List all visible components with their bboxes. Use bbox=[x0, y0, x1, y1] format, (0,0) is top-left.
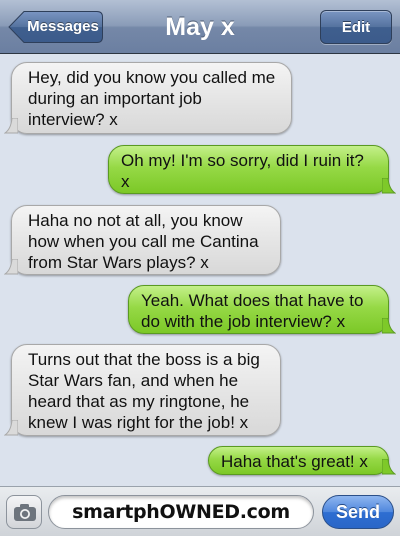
navigation-bar: Messages May x Edit bbox=[0, 0, 400, 54]
message-bubble-outgoing: Oh my! I'm so sorry, did I ruin it? x bbox=[108, 145, 396, 194]
bubble-tail bbox=[4, 118, 18, 134]
message-text: Turns out that the boss is a big Star Wa… bbox=[28, 350, 260, 432]
message-bubble-incoming: Haha no not at all, you know how when yo… bbox=[4, 205, 281, 275]
message-text: Haha that's great! x bbox=[221, 452, 368, 471]
bubble-tail bbox=[4, 259, 18, 275]
message-composer: smartphOWNED.com Send bbox=[0, 486, 400, 536]
bubble-tail bbox=[382, 459, 396, 475]
camera-button[interactable] bbox=[6, 495, 42, 529]
message-text: Oh my! I'm so sorry, did I ruin it? x bbox=[121, 151, 364, 191]
message-text: Haha no not at all, you know how when yo… bbox=[28, 211, 259, 272]
message-bubble-outgoing: Yeah. What does that have to do with the… bbox=[128, 285, 396, 334]
edit-button[interactable]: Edit bbox=[320, 10, 392, 44]
message-text: Yeah. What does that have to do with the… bbox=[141, 291, 364, 331]
message-bubble-incoming: Hey, did you know you called me during a… bbox=[4, 62, 292, 134]
bubble-tail bbox=[382, 178, 396, 194]
camera-icon bbox=[14, 504, 36, 521]
message-text: Hey, did you know you called me during a… bbox=[28, 68, 276, 129]
bubble-tail bbox=[4, 420, 18, 436]
bubble-tail bbox=[382, 318, 396, 334]
message-input[interactable]: smartphOWNED.com bbox=[48, 495, 314, 529]
message-bubble-outgoing: Haha that's great! x bbox=[208, 446, 396, 475]
send-button[interactable]: Send bbox=[322, 495, 394, 529]
message-bubble-incoming: Turns out that the boss is a big Star Wa… bbox=[4, 344, 281, 436]
